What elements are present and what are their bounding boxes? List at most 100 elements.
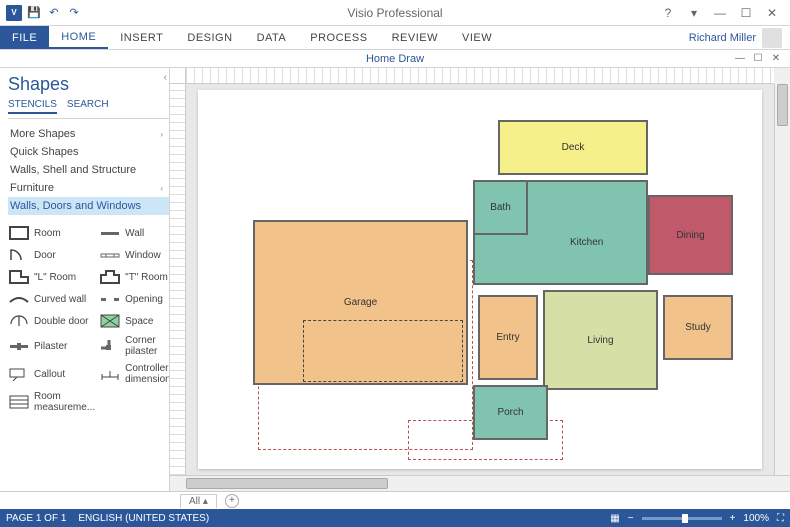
shape-icon — [8, 394, 30, 410]
room-deck[interactable]: Deck — [498, 120, 648, 175]
status-bar: PAGE 1 OF 1 ENGLISH (UNITED STATES) ▦ − … — [0, 509, 790, 527]
scrollbar-horizontal[interactable] — [186, 476, 774, 491]
tab-view[interactable]: VIEW — [450, 26, 504, 49]
app-title: Visio Professional — [347, 6, 442, 20]
user-area[interactable]: Richard Miller — [689, 26, 790, 49]
stencil-item[interactable]: "T" Room — [99, 267, 170, 287]
category-label: Quick Shapes — [10, 146, 78, 158]
shape-icon — [8, 269, 30, 285]
zoom-slider[interactable] — [642, 517, 722, 520]
stencil-category[interactable]: Furniture‹ — [8, 179, 169, 197]
stencil-item[interactable]: Pilaster — [8, 333, 95, 359]
scrollbar-vertical[interactable] — [774, 84, 790, 475]
help-button[interactable]: ? — [656, 3, 680, 23]
stencil-item[interactable]: Wall — [99, 223, 170, 243]
category-label: Walls, Doors and Windows — [10, 200, 141, 212]
tab-design[interactable]: DESIGN — [175, 26, 244, 49]
stencil-category[interactable]: Walls, Doors and Windows — [8, 197, 169, 215]
stencils-tab[interactable]: STENCILS — [8, 99, 57, 114]
stencil-item[interactable]: Controller dimension — [99, 361, 170, 387]
room-bath[interactable]: Bath — [473, 180, 528, 235]
shape-label: Space — [125, 316, 153, 327]
room-study[interactable]: Study — [663, 295, 733, 360]
room-living[interactable]: Living — [543, 290, 658, 390]
minimize-button[interactable]: — — [708, 3, 732, 23]
status-page: PAGE 1 OF 1 — [6, 513, 66, 524]
doc-maximize-button[interactable]: ☐ — [750, 53, 766, 64]
shape-icon — [99, 247, 121, 263]
stencil-item[interactable]: Corner pilaster — [99, 333, 170, 359]
close-button[interactable]: ✕ — [760, 3, 784, 23]
stencil-category[interactable]: More Shapes› — [8, 125, 169, 143]
shape-icon — [99, 291, 121, 307]
file-tab[interactable]: FILE — [0, 26, 49, 49]
doc-minimize-button[interactable]: — — [732, 53, 748, 64]
search-tab[interactable]: SEARCH — [67, 99, 109, 114]
document-bar: Home Draw — ☐ ✕ — [0, 50, 790, 68]
doc-close-button[interactable]: ✕ — [768, 53, 784, 64]
zoom-level[interactable]: 100% — [743, 513, 769, 524]
tab-data[interactable]: DATA — [245, 26, 299, 49]
redo-button[interactable]: ↷ — [66, 5, 82, 21]
tab-insert[interactable]: INSERT — [108, 26, 175, 49]
category-label: Walls, Shell and Structure — [10, 164, 136, 176]
ribbon-tabs: FILE HOME INSERT DESIGN DATA PROCESS REV… — [0, 26, 790, 50]
tab-process[interactable]: PROCESS — [298, 26, 379, 49]
add-page-button[interactable]: + — [225, 494, 239, 508]
ruler-vertical[interactable] — [170, 84, 186, 475]
stencil-item[interactable]: Space — [99, 311, 170, 331]
fit-window-button[interactable]: ⛶ — [777, 513, 784, 524]
shape-icon — [8, 313, 30, 329]
room-entry[interactable]: Entry — [478, 295, 538, 380]
shape-icon — [99, 313, 121, 329]
floor-plan: KitchenDeckGarageBathDiningEntryLivingSt… — [198, 90, 762, 469]
collapse-pane-button[interactable]: ‹ — [164, 72, 167, 83]
document-title: Home Draw — [366, 53, 424, 65]
zoom-in-button[interactable]: + — [730, 513, 736, 524]
undo-button[interactable]: ↶ — [46, 5, 62, 21]
status-language[interactable]: ENGLISH (UNITED STATES) — [78, 513, 209, 524]
page-tab-all[interactable]: All ▴ — [180, 494, 217, 508]
stencil-item[interactable]: Door — [8, 245, 95, 265]
title-bar: V 💾 ↶ ↷ Visio Professional ? ▾ — ☐ ✕ — [0, 0, 790, 26]
stencil-category[interactable]: Walls, Shell and Structure — [8, 161, 169, 179]
stencil-item[interactable]: Room measureme... — [8, 389, 95, 415]
stencil-categories: More Shapes› Quick Shapes Walls, Shell and… — [8, 125, 169, 215]
ribbon-opts-button[interactable]: ▾ — [682, 3, 706, 23]
shape-icon — [8, 338, 30, 354]
shape-icon — [99, 366, 121, 382]
room-dining[interactable]: Dining — [648, 195, 733, 275]
drawing-surface[interactable]: KitchenDeckGarageBathDiningEntryLivingSt… — [186, 84, 774, 475]
shape-label: Curved wall — [34, 294, 86, 305]
shape-label: Room — [34, 228, 61, 239]
zoom-out-button[interactable]: − — [628, 513, 634, 524]
shape-label: Controller dimension — [125, 363, 170, 385]
stencil-item[interactable]: Callout — [8, 361, 95, 387]
category-label: Furniture — [10, 182, 54, 194]
page-tabs: All ▴ + — [0, 491, 790, 509]
user-name: Richard Miller — [689, 32, 756, 44]
tab-home[interactable]: HOME — [49, 26, 108, 49]
maximize-button[interactable]: ☐ — [734, 3, 758, 23]
tab-review[interactable]: REVIEW — [380, 26, 450, 49]
stencil-category[interactable]: Quick Shapes — [8, 143, 169, 161]
shape-icon — [8, 247, 30, 263]
stencil-item[interactable]: Room — [8, 223, 95, 243]
stencil-item[interactable]: Opening — [99, 289, 170, 309]
shape-icon — [8, 225, 30, 241]
view-grid-icon[interactable]: ▦ — [610, 513, 619, 524]
room-porch[interactable]: Porch — [473, 385, 548, 440]
shape-label: Pilaster — [34, 341, 67, 352]
ruler-corner — [170, 68, 186, 84]
stencil-item[interactable]: "L" Room — [8, 267, 95, 287]
shape-icon — [99, 338, 121, 354]
avatar — [762, 28, 782, 48]
stencil-item[interactable]: Double door — [8, 311, 95, 331]
save-button[interactable]: 💾 — [26, 5, 42, 21]
stencil-item[interactable]: Window — [99, 245, 170, 265]
shape-label: Opening — [125, 294, 163, 305]
page[interactable]: KitchenDeckGarageBathDiningEntryLivingSt… — [198, 90, 762, 469]
ruler-horizontal[interactable] — [186, 68, 774, 84]
main-area: ‹ Shapes STENCILS SEARCH More Shapes›Qui… — [0, 68, 790, 491]
stencil-item[interactable]: Curved wall — [8, 289, 95, 309]
